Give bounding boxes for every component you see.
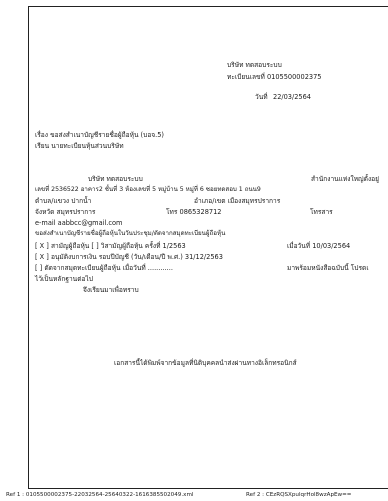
registration-number: ทะเบียนเลขที่ 0105500002375 bbox=[227, 73, 322, 81]
date-label: วันที่ bbox=[255, 93, 268, 101]
district-line: อำเภอ/เขต เมืองสมุทรปราการ bbox=[194, 197, 281, 205]
option-register-tail: มาพร้อมหนังสือฉบับนี้ โปรดเ bbox=[287, 264, 369, 272]
electronic-document-note: เอกสารนี้ได้พิมพ์จากข้อมูลที่นิติบุคคลนำ… bbox=[114, 359, 297, 367]
option-financial-statement: [ X ] อนุมัติงบการเงิน รอบปีบัญชี (วัน/เ… bbox=[35, 253, 223, 261]
option-meeting: [ X ] สามัญผู้ถือหุ้น [ ] วิสามัญผู้ถือห… bbox=[35, 242, 186, 250]
phone-line: โทร 0865328712 bbox=[166, 208, 222, 216]
company-name: บริษัท ทดสอบระบบ bbox=[227, 61, 282, 69]
to-line: เรียน นายทะเบียนหุ้นส่วนบริษัท bbox=[35, 142, 124, 150]
subject-line: เรื่อง ขอส่งสำเนาบัญชีรายชื่อผู้ถือหุ้น … bbox=[35, 131, 165, 139]
province-line: จังหวัด สมุทรปราการ bbox=[35, 208, 96, 216]
option-register-cutoff: [ ] ตัดจากสมุดทะเบียนผู้ถือหุ้น เมื่อวัน… bbox=[35, 264, 173, 272]
email-line: e-mail aabbcc@gmail.com bbox=[35, 219, 123, 227]
fax-label: โทรสาร bbox=[310, 208, 333, 216]
reference-1: Ref 1 : 0105500002375-22032564-25640322-… bbox=[6, 492, 194, 498]
document-page: บริษัท ทดสอบระบบ ทะเบียนเลขที่ 010550000… bbox=[28, 6, 388, 489]
closing-line: จึงเรียนมาเพื่อทราบ bbox=[83, 286, 139, 294]
option-meeting-date: เมื่อวันที่ 10/03/2564 bbox=[287, 242, 351, 250]
address-line: เลขที่ 2536522 อาคาร2 ชั้นที่ 3 ห้องเลขท… bbox=[35, 186, 261, 193]
company-intro: บริษัท ทดสอบระบบ bbox=[88, 175, 143, 183]
purpose-line: ขอส่งสำเนาบัญชีรายชื่อผู้ถือหุ้นในวันประ… bbox=[35, 230, 226, 237]
date-value: 22/03/2564 bbox=[273, 93, 312, 101]
evidence-line: ไว้เป็นหลักฐานต่อไป bbox=[35, 275, 93, 283]
reference-2: Ref 2 : CEzRQSXpulqrHol8wzApEw== bbox=[246, 492, 352, 498]
office-line: สำนักงานแห่งใหญ่ตั้งอยู่ bbox=[311, 175, 379, 183]
subdistrict-line: ตำบล/แขวง ปากน้ำ bbox=[35, 197, 92, 205]
